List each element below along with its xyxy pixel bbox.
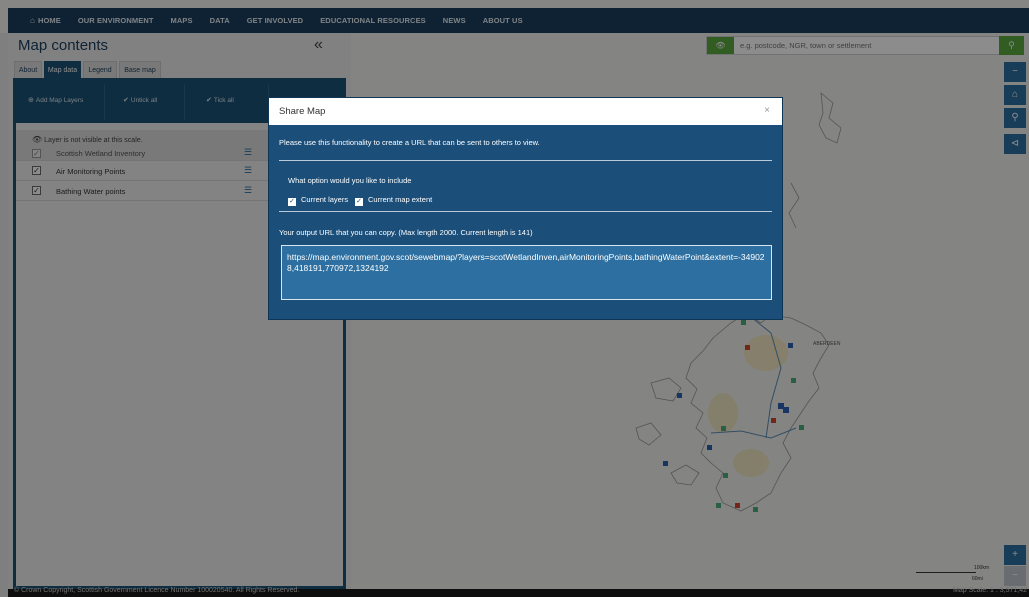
current-map-extent-checkbox[interactable]: ✓ Current map extent [355, 195, 432, 206]
divider [279, 211, 772, 212]
share-map-dialog: Share Map × Please use this functionalit… [268, 97, 783, 320]
option-prompt: What option would you like to include [288, 176, 412, 185]
current-layers-checkbox[interactable]: ✓ Current layers [288, 195, 348, 206]
dialog-header: Share Map × [269, 98, 782, 125]
output-url-label: Your output URL that you can copy. (Max … [279, 228, 533, 237]
output-url-field[interactable]: https://map.environment.gov.scot/sewebma… [281, 245, 772, 300]
current-layers-label: Current layers [301, 195, 349, 204]
current-map-extent-label: Current map extent [368, 195, 433, 204]
checkbox-checked-icon: ✓ [288, 198, 296, 206]
divider [279, 160, 772, 161]
close-icon[interactable]: × [764, 105, 770, 116]
dialog-description: Please use this functionality to create … [279, 138, 540, 147]
dialog-title: Share Map [279, 106, 326, 117]
checkbox-checked-icon: ✓ [355, 198, 363, 206]
app-window: ⌂ HOME OUR ENVIRONMENT MAPS DATA GET INVO… [0, 0, 1029, 597]
